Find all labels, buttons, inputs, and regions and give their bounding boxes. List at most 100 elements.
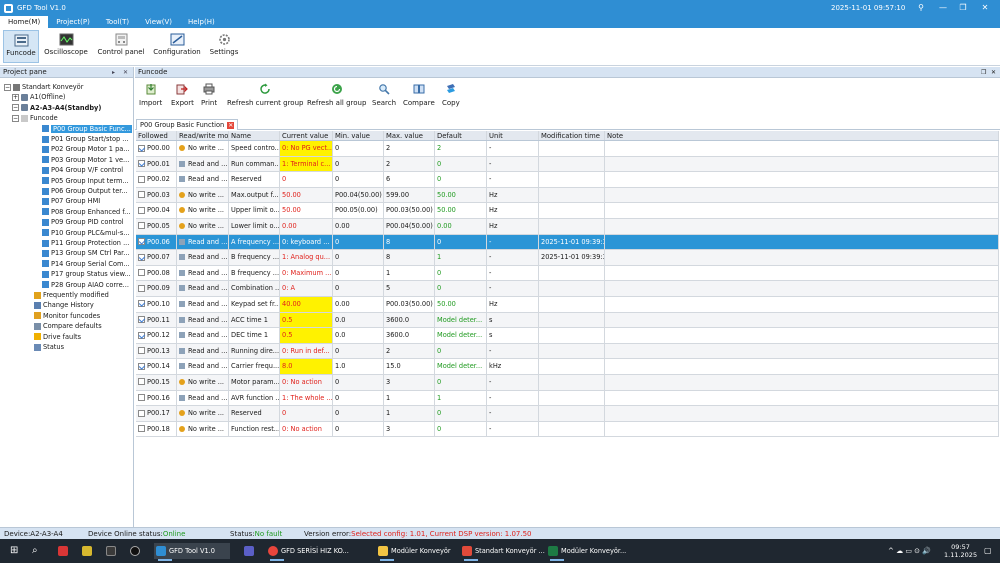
min-value-cell[interactable]: 0 (333, 156, 384, 172)
column-header[interactable]: Note (605, 131, 999, 140)
unit-cell[interactable]: Hz (487, 187, 539, 203)
unit-cell[interactable]: - (487, 265, 539, 281)
refresh-all-group-button[interactable]: Refresh all group (307, 83, 366, 107)
table-row[interactable]: P00.10 Read and ... Keypad set fr... 40.00 0… (136, 296, 999, 313)
followed-cell[interactable]: P00.01 (136, 156, 177, 172)
followed-cell[interactable]: P00.18 (136, 421, 177, 437)
name-cell[interactable]: Max.output f... (229, 187, 280, 203)
max-value-cell[interactable]: P00.04(50.00) (384, 218, 435, 234)
max-value-cell[interactable]: 2 (384, 343, 435, 359)
followed-checkbox[interactable] (138, 316, 145, 324)
name-cell[interactable]: A frequency ... (229, 234, 280, 250)
tree-item[interactable]: − Funcode (12, 113, 132, 123)
max-value-cell[interactable]: 6 (384, 172, 435, 187)
name-cell[interactable]: Keypad set fr... (229, 296, 280, 312)
current-value-cell[interactable]: 0 (280, 172, 333, 187)
current-value-cell[interactable]: 0: A (280, 281, 333, 296)
unit-cell[interactable]: - (487, 156, 539, 172)
followed-checkbox[interactable] (138, 284, 145, 292)
unit-cell[interactable]: - (487, 250, 539, 265)
rw-mode-cell[interactable]: Read and ... (177, 390, 229, 406)
pane-pin-icon[interactable]: ▸ (112, 67, 115, 78)
default-value-cell[interactable]: 0 (435, 172, 487, 187)
tree-item[interactable]: + A1(Offline) (12, 92, 132, 102)
max-value-cell[interactable]: 599.00 (384, 187, 435, 203)
unit-cell[interactable]: - (487, 374, 539, 390)
followed-checkbox[interactable] (138, 175, 145, 183)
note-cell[interactable] (605, 203, 999, 218)
rw-mode-cell[interactable]: Read and ... (177, 234, 229, 250)
followed-checkbox[interactable] (138, 425, 145, 433)
max-value-cell[interactable]: 1 (384, 265, 435, 281)
unit-cell[interactable]: Hz (487, 218, 539, 234)
rw-mode-cell[interactable]: Read and ... (177, 250, 229, 265)
current-value-cell[interactable]: 0.5 (280, 328, 333, 343)
note-cell[interactable] (605, 421, 999, 437)
followed-cell[interactable]: P00.14 (136, 359, 177, 374)
current-value-cell[interactable]: 40.00 (280, 296, 333, 312)
rw-mode-cell[interactable]: No write ... (177, 141, 229, 156)
pin-icon[interactable]: ⚲ (914, 2, 928, 14)
unit-cell[interactable]: - (487, 390, 539, 406)
table-row[interactable]: P00.18 No write ... Function rest... 0: No … (136, 421, 999, 438)
rw-mode-cell[interactable]: Read and ... (177, 312, 229, 328)
min-value-cell[interactable]: 0 (333, 141, 384, 156)
current-value-cell[interactable]: 50.00 (280, 203, 333, 218)
followed-checkbox[interactable] (138, 300, 145, 308)
unit-cell[interactable]: kHz (487, 359, 539, 374)
table-row[interactable]: P00.00 No write ... Speed contro... 0: No P… (136, 141, 999, 157)
name-cell[interactable]: Reserved (229, 406, 280, 421)
tree-item[interactable]: P01 Group Start/stop ... (42, 134, 132, 144)
name-cell[interactable]: Combination ... (229, 281, 280, 296)
taskbar-app-red-icon[interactable] (58, 543, 71, 559)
modification-time-cell[interactable] (539, 374, 605, 390)
default-value-cell[interactable]: 0 (435, 156, 487, 172)
unit-cell[interactable]: - (487, 172, 539, 187)
tab-p00-group[interactable]: P00 Group Basic Function ✕ (136, 119, 239, 130)
taskbar-clock[interactable]: 09:57 1.11.2025 (944, 543, 977, 559)
default-value-cell[interactable]: 2 (435, 141, 487, 156)
table-row[interactable]: P00.03 No write ... Max.output f... 50.00 P0… (136, 187, 999, 204)
table-row[interactable]: P00.16 Read and ... AVR function ... 1: The… (136, 390, 999, 407)
min-value-cell[interactable]: 1.0 (333, 359, 384, 374)
print-button[interactable]: Print (201, 83, 217, 107)
followed-cell[interactable]: P00.07 (136, 250, 177, 265)
rw-mode-cell[interactable]: Read and ... (177, 359, 229, 374)
unit-cell[interactable]: Hz (487, 203, 539, 218)
tree-item[interactable]: P14 Group Serial Com... (42, 259, 132, 269)
unit-cell[interactable]: - (487, 421, 539, 437)
rw-mode-cell[interactable]: No write ... (177, 374, 229, 390)
followed-cell[interactable]: P00.09 (136, 281, 177, 296)
max-value-cell[interactable]: 2 (384, 156, 435, 172)
tree-item[interactable]: Drive faults (34, 332, 132, 342)
default-value-cell[interactable]: 0 (435, 421, 487, 437)
followed-cell[interactable]: P00.05 (136, 218, 177, 234)
followed-cell[interactable]: P00.15 (136, 374, 177, 390)
tree-item[interactable]: P09 Group PID control (42, 217, 132, 227)
column-header[interactable]: Current value (280, 131, 333, 140)
name-cell[interactable]: Running dire... (229, 343, 280, 359)
column-header[interactable]: Followed (136, 131, 177, 140)
modification-time-cell[interactable] (539, 359, 605, 374)
default-value-cell[interactable]: 0 (435, 343, 487, 359)
table-row[interactable]: P00.06 Read and ... A frequency ... 0: keyb… (136, 234, 999, 251)
current-value-cell[interactable]: 50.00 (280, 187, 333, 203)
modification-time-cell[interactable] (539, 141, 605, 156)
column-header[interactable]: Unit (487, 131, 539, 140)
refresh-current-group-button[interactable]: Refresh current group (227, 83, 303, 107)
taskbar-gfd-tool[interactable]: GFD Tool V1.0 (154, 543, 230, 561)
tree-item[interactable]: P07 Group HMI (42, 196, 132, 206)
note-cell[interactable] (605, 312, 999, 328)
pane-close-icon[interactable]: ✕ (123, 67, 128, 78)
menu-tool[interactable]: Tool(T) (98, 16, 137, 28)
note-cell[interactable] (605, 359, 999, 374)
tree-toggle-icon[interactable]: + (12, 93, 19, 101)
default-value-cell[interactable]: 50.00 (435, 203, 487, 218)
table-row[interactable]: P00.14 Read and ... Carrier frequ... 8.0 1.0… (136, 359, 999, 375)
default-value-cell[interactable]: Model deter... (435, 359, 487, 374)
rw-mode-cell[interactable]: No write ... (177, 218, 229, 234)
name-cell[interactable]: Reserved (229, 172, 280, 187)
max-value-cell[interactable]: 3 (384, 421, 435, 437)
unit-cell[interactable]: - (487, 343, 539, 359)
column-header[interactable]: Default (435, 131, 487, 140)
